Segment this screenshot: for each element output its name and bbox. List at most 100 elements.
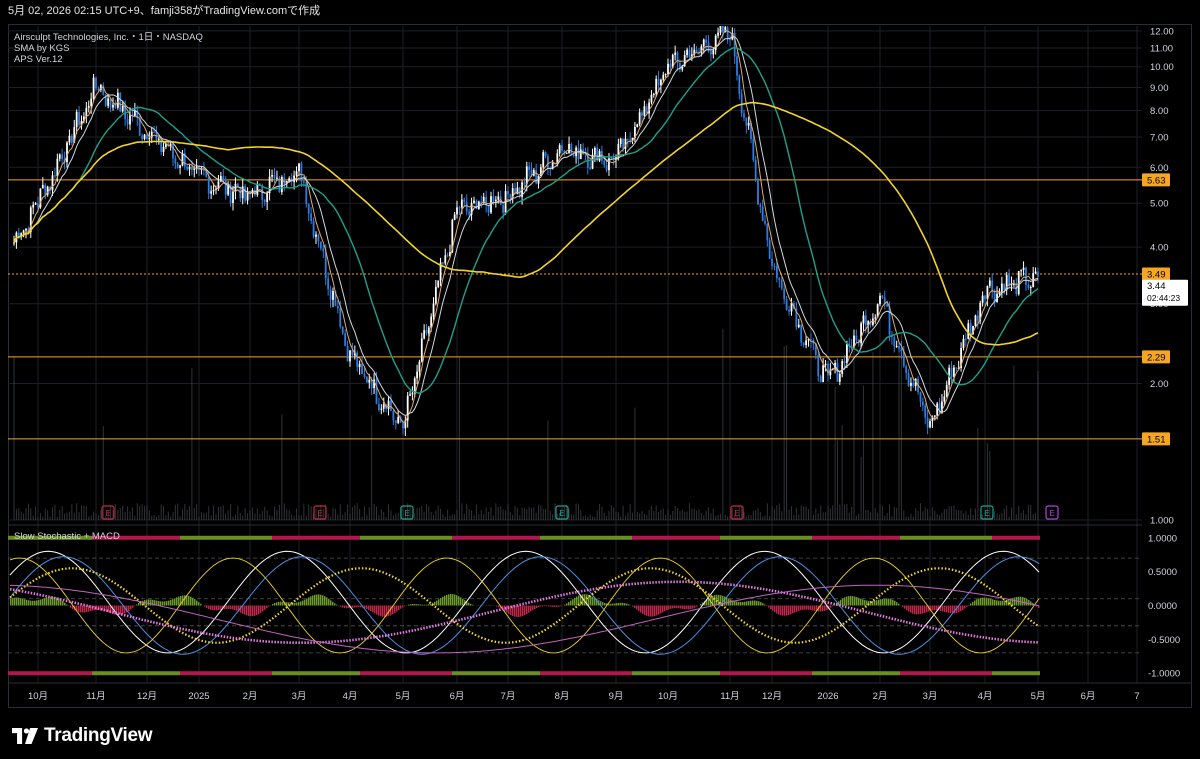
trend-band-top (940, 535, 944, 540)
trend-band-bottom (1024, 671, 1028, 676)
volume-bar (535, 512, 537, 520)
volume-bar (815, 508, 817, 520)
volume-bar (584, 515, 586, 520)
trend-band-top (956, 535, 960, 540)
volume-bar (37, 516, 39, 520)
trend-band-bottom (748, 671, 752, 676)
trend-band-bottom (284, 671, 288, 676)
macd-histogram-bar (730, 599, 732, 606)
volume-bar (745, 516, 747, 520)
candle-body (817, 355, 820, 377)
macd-histogram-bar (518, 605, 520, 617)
candle-body (41, 184, 44, 189)
volume-bar (286, 509, 288, 520)
trend-band-top (312, 535, 316, 540)
trend-band-bottom (548, 671, 552, 676)
candle-body (68, 135, 71, 143)
macd-histogram-bar (862, 599, 864, 606)
trend-band-bottom (852, 671, 856, 676)
macd-histogram-bar (696, 605, 698, 607)
macd-histogram-bar (130, 605, 132, 610)
macd-histogram-bar (246, 605, 248, 616)
volume-bar (715, 515, 717, 520)
trend-band-bottom (228, 671, 232, 676)
trend-band-bottom (508, 671, 512, 676)
trend-band-top (908, 535, 912, 540)
volume-bar (468, 509, 470, 520)
volume-bar (179, 516, 181, 520)
candle-body (819, 376, 822, 383)
trend-band-bottom (968, 671, 972, 676)
candle-body (768, 240, 771, 259)
macd-histogram-bar (926, 605, 928, 613)
macd-histogram-bar (344, 605, 346, 608)
volume-bar (696, 510, 698, 520)
macd-histogram-bar (278, 601, 280, 606)
price-chart[interactable]: EEEEEEE 12.0011.0010.009.008.007.006.005… (0, 0, 1200, 708)
trend-band-top (444, 535, 448, 540)
osc-legend[interactable]: Slow Stochastic + MACD (14, 531, 120, 542)
macd-histogram-bar (626, 603, 628, 606)
oscillator-pane (8, 535, 1142, 676)
macd-histogram-bar (680, 605, 682, 609)
trend-band-top (784, 535, 788, 540)
time-tick-label: 5月 (1031, 691, 1046, 702)
macd-histogram-bar (524, 605, 526, 616)
candle-body (222, 176, 225, 180)
trend-band-top (304, 535, 308, 540)
trend-band-top (388, 535, 392, 540)
trend-band-bottom (712, 671, 716, 676)
volume-bar (13, 356, 15, 520)
macd-histogram-bar (738, 601, 740, 606)
candle-body (456, 207, 458, 215)
macd-histogram-bar (618, 602, 620, 606)
candle-body (411, 393, 414, 395)
macd-histogram-bar (570, 600, 572, 606)
symbol-title[interactable]: Airsculpt Technologies, Inc.・1日・NASDAQ (14, 29, 203, 43)
volume-bar (170, 516, 172, 520)
macd-histogram-bar (272, 604, 274, 606)
candle-body (622, 138, 624, 149)
candle-body (327, 278, 330, 290)
macd-histogram-bar (428, 604, 430, 606)
macd-histogram-bar (414, 603, 416, 606)
trend-band-bottom (1008, 671, 1012, 676)
volume-bar (805, 506, 807, 520)
trend-band-bottom (152, 671, 156, 676)
candle-body (494, 199, 497, 202)
macd-histogram-bar (268, 605, 270, 607)
trend-band-top (360, 535, 364, 540)
macd-histogram-bar (296, 602, 298, 606)
trend-band-top (640, 535, 644, 540)
trend-band-top (932, 535, 936, 540)
volume-bar (669, 515, 671, 520)
trend-band-bottom (164, 671, 168, 676)
aps-indicator-label[interactable]: APS Ver.12 (14, 54, 203, 65)
candle-body (54, 175, 56, 177)
candle-body (468, 211, 471, 215)
trend-band-top (412, 535, 416, 540)
volume-bar (573, 514, 575, 520)
macd-histogram-bar (380, 605, 382, 617)
trend-band-top (524, 535, 528, 540)
candle-body (638, 112, 641, 125)
macd-histogram-bar (640, 605, 642, 613)
macd-histogram-bar (536, 605, 538, 609)
macd-histogram-bar (158, 600, 160, 606)
trend-band-bottom (744, 671, 748, 676)
sma-indicator-label[interactable]: SMA by KGS (14, 43, 203, 54)
macd-histogram-bar (30, 600, 32, 606)
tradingview-logo[interactable]: TradingView (12, 725, 153, 747)
trend-band-bottom (24, 671, 28, 676)
trend-band-top (1000, 535, 1004, 540)
trend-band-top (724, 535, 728, 540)
volume-bar (25, 508, 27, 520)
trend-band-bottom (112, 671, 116, 676)
candle-body (392, 410, 395, 421)
volume-bar (766, 503, 768, 520)
volume-bar (247, 513, 249, 520)
candle-body (717, 32, 719, 36)
macd-histogram-bar (332, 601, 334, 606)
volume-bar (174, 504, 176, 520)
trend-band-bottom (424, 671, 428, 676)
